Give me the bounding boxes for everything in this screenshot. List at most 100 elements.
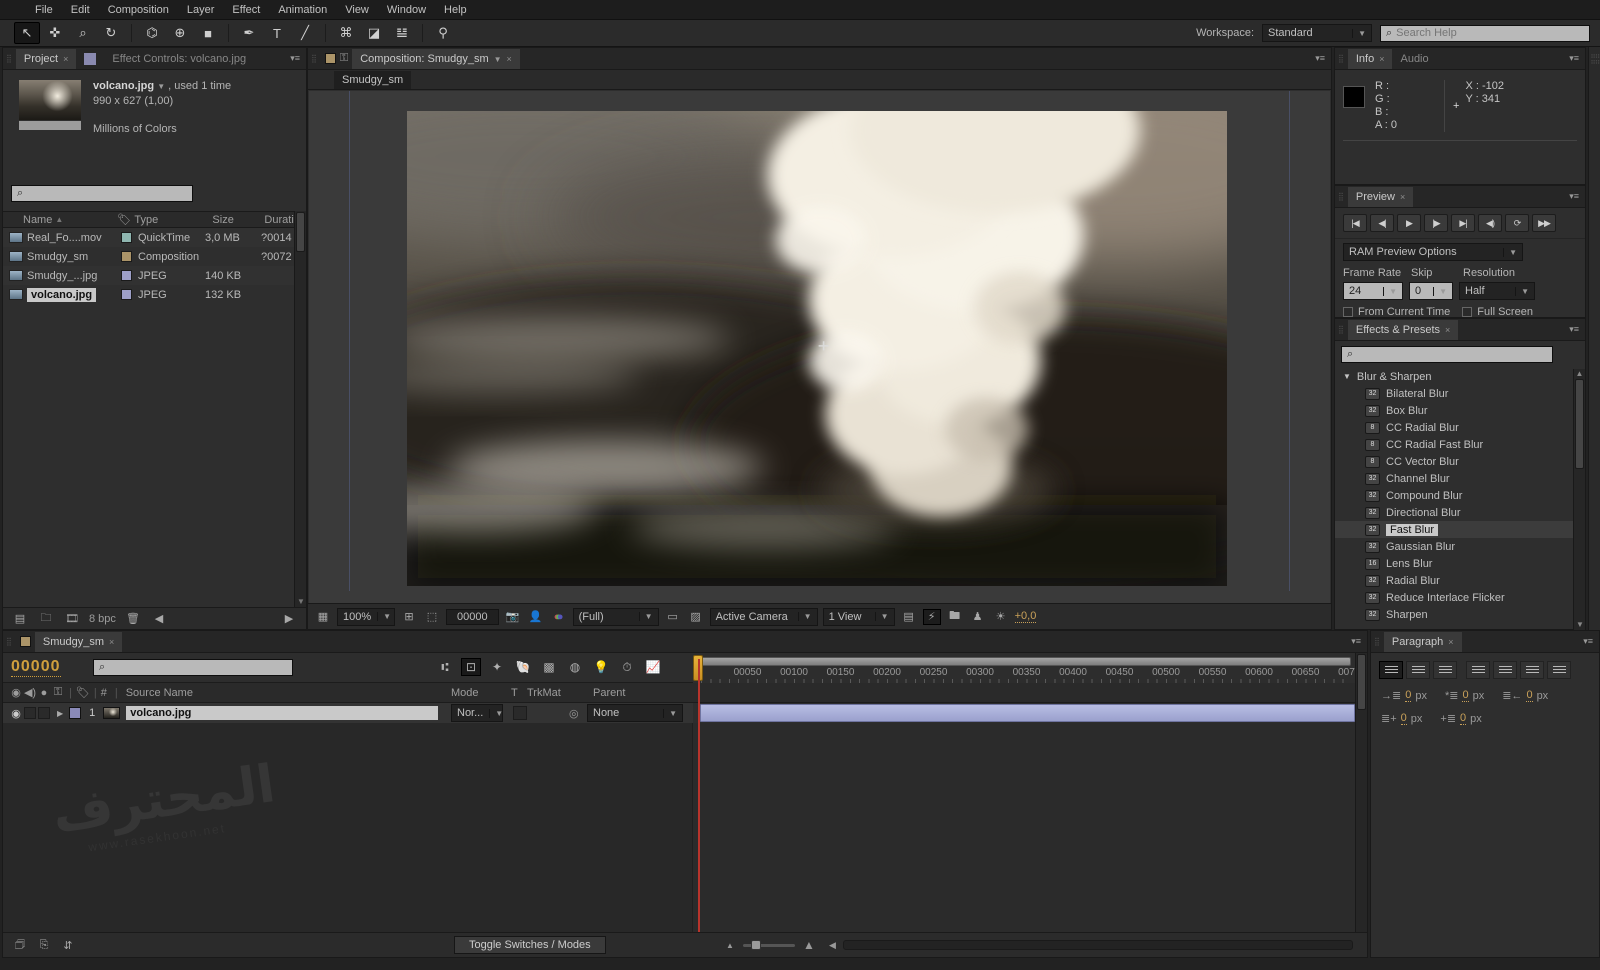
hide-shy-layers-icon[interactable]: 🐚 bbox=[513, 658, 533, 676]
scroll-up-icon[interactable]: ▲ bbox=[1574, 369, 1585, 378]
column-size[interactable]: Size bbox=[212, 214, 264, 226]
zoom-out-mountain-icon[interactable]: ▲ bbox=[726, 941, 734, 950]
effect-item-channel-blur[interactable]: 32Channel Blur bbox=[1335, 470, 1585, 487]
clone-stamp-tool-icon[interactable]: ⌘ bbox=[333, 22, 359, 44]
skip-dropdown[interactable]: 0▼ bbox=[1409, 282, 1453, 300]
table-row-real-fo-mov[interactable]: Real_Fo....movQuickTime3,0 MB?0014 bbox=[3, 228, 306, 247]
first-frame-button[interactable]: |◀ bbox=[1343, 214, 1367, 232]
zoom-tool-icon[interactable]: ⌕ bbox=[70, 22, 96, 44]
indent-right-value[interactable]: 0 bbox=[1526, 689, 1532, 702]
motion-blur-icon[interactable]: ◍ bbox=[565, 658, 585, 676]
panel-menu-icon[interactable]: ▾≡ bbox=[1309, 53, 1331, 64]
interpret-footage-icon[interactable]: ▤ bbox=[11, 611, 29, 627]
tab-timeline-smudgy-sm[interactable]: Smudgy_sm× bbox=[35, 632, 122, 652]
play-button[interactable]: ▶ bbox=[1397, 214, 1421, 232]
space-after-value[interactable]: 0 bbox=[1460, 712, 1466, 725]
tab-paragraph[interactable]: Paragraph× bbox=[1384, 632, 1462, 652]
expand-transfer-controls-icon[interactable]: ⎘ bbox=[35, 937, 53, 953]
menu-help[interactable]: Help bbox=[435, 2, 476, 18]
layer-expand-icon[interactable]: ▶ bbox=[57, 709, 63, 718]
table-row-smudgy-sm[interactable]: Smudgy_smComposition?0072 bbox=[3, 247, 306, 266]
expand-layer-switches-icon[interactable]: 🗇 bbox=[11, 937, 29, 953]
toggle-switches-modes-button[interactable]: Toggle Switches / Modes bbox=[454, 936, 606, 954]
column-trkmat[interactable]: TrkMat bbox=[527, 687, 561, 699]
project-search-input[interactable] bbox=[27, 188, 187, 200]
scroll-left-icon[interactable]: ◀ bbox=[829, 940, 836, 951]
region-of-interest-icon[interactable]: ⬚ bbox=[423, 609, 441, 625]
layer-row[interactable]: ◉ ▶ 1 volcano.jpg Nor...▼ ◎ None▼ bbox=[3, 703, 693, 723]
timeline-zoom-slider[interactable] bbox=[743, 944, 795, 947]
effect-item-lens-blur[interactable]: 16Lens Blur bbox=[1335, 555, 1585, 572]
scroll-down-icon[interactable]: ▼ bbox=[1576, 620, 1584, 629]
project-search[interactable]: ⌕ bbox=[11, 185, 193, 202]
roto-brush-tool-icon[interactable]: 𝌪 bbox=[389, 22, 415, 44]
draft-3d-icon[interactable]: ✦ bbox=[487, 658, 507, 676]
justify-all-button[interactable] bbox=[1547, 661, 1571, 679]
frame-rate-dropdown[interactable]: 24▼ bbox=[1343, 282, 1403, 300]
effect-item-compound-blur[interactable]: 32Compound Blur bbox=[1335, 487, 1585, 504]
column-source-name[interactable]: Source Name bbox=[126, 687, 193, 699]
effects-search-input[interactable] bbox=[1357, 349, 1547, 361]
menu-view[interactable]: View bbox=[336, 2, 378, 18]
full-screen-checkbox[interactable] bbox=[1462, 307, 1472, 317]
camera-dropdown[interactable]: Active Camera▼ bbox=[710, 608, 818, 626]
scroll-down-icon[interactable]: ▼ bbox=[297, 597, 305, 606]
scroll-right-icon[interactable]: ▶ bbox=[280, 611, 298, 627]
layer-duration-bar[interactable] bbox=[700, 704, 1355, 722]
timeline-search-input[interactable] bbox=[109, 662, 287, 674]
close-icon[interactable]: × bbox=[1379, 54, 1384, 64]
eye-column-icon[interactable]: ◉ bbox=[9, 686, 23, 699]
menu-animation[interactable]: Animation bbox=[269, 2, 336, 18]
column-index[interactable]: # bbox=[101, 687, 107, 699]
tab-preview[interactable]: Preview× bbox=[1348, 187, 1413, 207]
panel-menu-icon[interactable]: ▾≡ bbox=[284, 53, 306, 64]
column-type[interactable]: Type bbox=[134, 214, 212, 226]
effect-item-gaussian-blur[interactable]: 32Gaussian Blur bbox=[1335, 538, 1585, 555]
chevron-down-icon[interactable]: ▼ bbox=[494, 55, 502, 64]
effect-item-fast-blur[interactable]: 32Fast Blur bbox=[1335, 521, 1585, 538]
row-name[interactable]: Smudgy_sm bbox=[27, 251, 88, 263]
always-preview-icon[interactable]: ▦ bbox=[314, 609, 332, 625]
indent-left-field[interactable]: →≣0px bbox=[1381, 689, 1427, 702]
label-color-swatch[interactable] bbox=[121, 251, 132, 262]
effect-item-cc-radial-blur[interactable]: 8CC Radial Blur bbox=[1335, 419, 1585, 436]
work-area-bar[interactable] bbox=[701, 657, 1351, 666]
timeline-scrollbar[interactable] bbox=[1355, 653, 1367, 934]
auto-keyframe-icon[interactable]: ⏱ bbox=[617, 658, 637, 676]
tab-audio[interactable]: Audio bbox=[1392, 49, 1436, 69]
menu-window[interactable]: Window bbox=[378, 2, 435, 18]
trkmat-box[interactable] bbox=[513, 706, 527, 720]
composition-viewer[interactable] bbox=[309, 91, 1330, 603]
zoom-in-mountain-icon[interactable]: ▲ bbox=[803, 938, 815, 952]
indent-left-value[interactable]: 0 bbox=[1405, 689, 1411, 702]
graph-editor-icon[interactable]: 📈 bbox=[643, 658, 663, 676]
workspace-dropdown[interactable]: Standard▼ bbox=[1262, 24, 1372, 42]
column-name[interactable]: Name ▲ bbox=[3, 214, 114, 226]
tab-info[interactable]: Info× bbox=[1348, 49, 1393, 69]
disclosure-triangle-icon[interactable]: ▼ bbox=[1343, 372, 1351, 381]
column-parent[interactable]: Parent bbox=[593, 687, 625, 699]
panel-grip[interactable]: ⣿ bbox=[1335, 54, 1348, 63]
selection-tool-icon[interactable]: ↖ bbox=[14, 22, 40, 44]
transparency-grid-icon[interactable]: ▨ bbox=[687, 609, 705, 625]
justify-last-right-button[interactable] bbox=[1520, 661, 1544, 679]
panel-menu-icon[interactable]: ▾≡ bbox=[1563, 191, 1585, 202]
timeline-button-icon[interactable]: ⚡ bbox=[923, 609, 941, 625]
effect-item-sharpen[interactable]: 32Sharpen bbox=[1335, 606, 1585, 623]
comp-mini-flowchart-icon[interactable]: ⑆ bbox=[435, 658, 455, 676]
close-icon[interactable]: × bbox=[1445, 325, 1450, 335]
layer-label-chip[interactable] bbox=[69, 707, 81, 719]
new-folder-icon[interactable]: 🗀 bbox=[37, 611, 55, 627]
label-color-swatch[interactable] bbox=[121, 289, 132, 300]
collapsed-panel-strip[interactable]: ⣿⣿ bbox=[1588, 47, 1600, 630]
row-name[interactable]: Smudgy_...jpg bbox=[27, 270, 97, 282]
zoom-slider-thumb[interactable] bbox=[751, 940, 761, 950]
exposure-icon[interactable]: ☀ bbox=[992, 609, 1010, 625]
effect-item-box-blur[interactable]: 32Box Blur bbox=[1335, 402, 1585, 419]
parent-pickwhip-icon[interactable]: ◎ bbox=[569, 707, 579, 720]
resolution-dropdown[interactable]: (Full)▼ bbox=[573, 608, 659, 626]
align-left-button[interactable] bbox=[1379, 661, 1403, 679]
row-name[interactable]: Real_Fo....mov bbox=[27, 232, 102, 244]
pan-behind-tool-icon[interactable]: ⊕ bbox=[167, 22, 193, 44]
close-icon[interactable]: × bbox=[1448, 637, 1453, 647]
